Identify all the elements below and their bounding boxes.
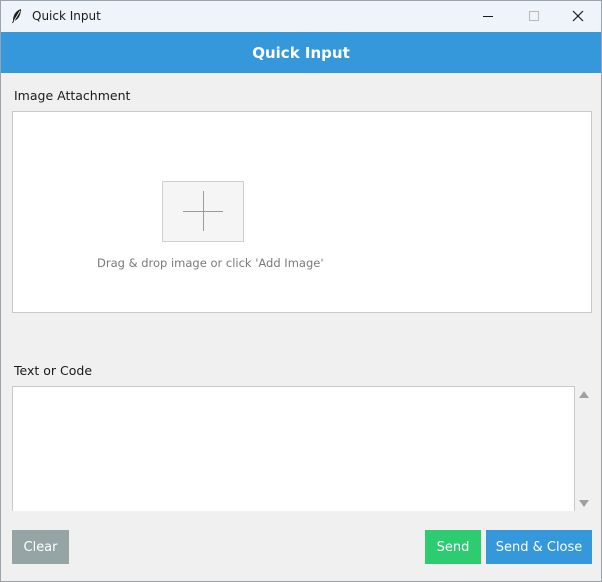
header-banner: Quick Input	[1, 32, 601, 73]
quick-input-window: Quick Input Quick Input Image Attachment	[0, 0, 602, 582]
add-image-button[interactable]	[162, 181, 244, 242]
header-title: Quick Input	[252, 43, 350, 62]
drop-hint-text: Drag & drop image or click 'Add Image'	[97, 256, 324, 270]
text-or-code-label: Text or Code	[14, 363, 93, 378]
minimize-icon	[482, 7, 494, 26]
title-bar[interactable]: Quick Input	[1, 1, 601, 32]
send-and-close-button[interactable]: Send & Close	[486, 530, 592, 564]
maximize-icon	[528, 7, 540, 26]
send-button[interactable]: Send	[425, 530, 481, 564]
text-scrollbar[interactable]	[576, 386, 592, 511]
image-attachment-label: Image Attachment	[14, 88, 131, 103]
scroll-down-icon[interactable]	[579, 500, 589, 507]
maximize-button[interactable]	[511, 1, 557, 32]
image-drop-area[interactable]: Drag & drop image or click 'Add Image'	[12, 111, 592, 313]
close-button[interactable]	[555, 1, 601, 32]
scroll-up-icon[interactable]	[579, 391, 589, 398]
text-input-area[interactable]	[12, 386, 575, 511]
minimize-button[interactable]	[465, 1, 511, 32]
clear-button[interactable]: Clear	[12, 530, 69, 564]
close-icon	[572, 7, 584, 26]
feather-icon	[10, 8, 24, 24]
window-title: Quick Input	[32, 9, 101, 23]
